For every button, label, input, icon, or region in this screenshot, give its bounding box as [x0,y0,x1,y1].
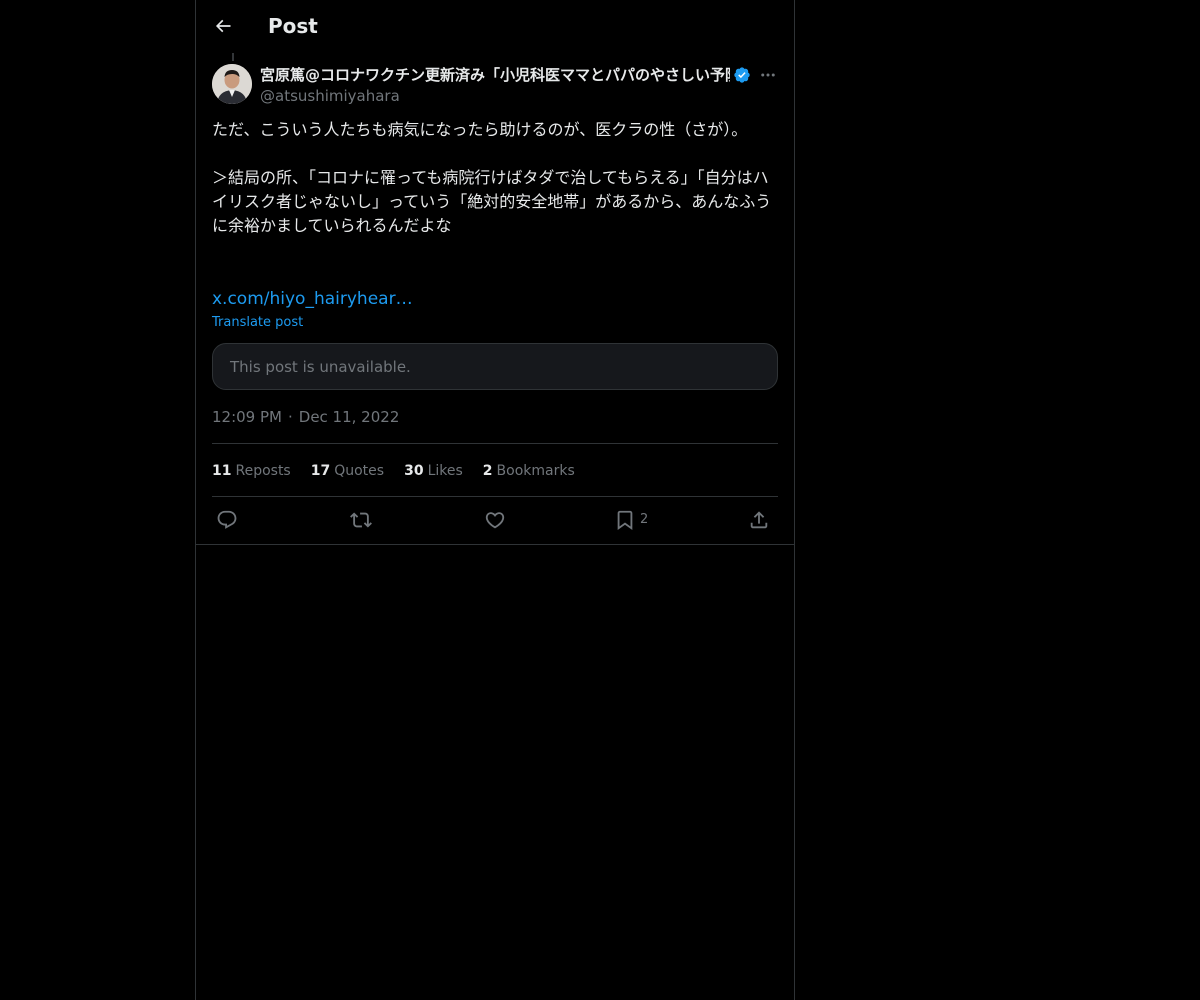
more-horizontal-icon [761,73,775,77]
reply-button[interactable] [216,507,238,533]
thread-connector-line [232,53,234,61]
action-bar: 2 [212,507,778,533]
back-button[interactable] [208,11,238,41]
post-text: ただ、こういう人たちも病気になったら助けるのが、医クラの性（さが）。 ＞結局の所… [212,118,778,238]
post-detail-column: Post 宮原篤@コロナワクチン更新済み「小児科医ママとパパのやさしい予防 @a… [195,0,795,1000]
page-title: Post [268,14,318,38]
bookmark-count: 2 [640,512,649,527]
author-handle[interactable]: @atsushimiyahara [260,86,400,106]
heart-icon [485,512,505,529]
share-button[interactable] [748,507,770,533]
post-paragraph: ただ、こういう人たちも病気になったら助けるのが、医クラの性（さが）。 [212,120,748,139]
quoted-post-card[interactable]: This post is unavailable. [212,343,778,390]
repost-button[interactable] [350,507,372,533]
post-paragraph: ＞結局の所、「コロナに罹っても病院行けばタダで治してもらえる」「自分はハイリスク… [212,168,772,235]
author-name[interactable]: 宮原篤@コロナワクチン更新済み「小児科医ママとパパのやさしい予防 [260,65,730,85]
avatar-photo [212,64,252,104]
share-icon [750,511,768,529]
verified-badge-icon [734,67,750,83]
divider [212,496,778,497]
more-options-button[interactable] [758,65,778,85]
reposts-stat[interactable]: 11 Reposts [212,460,291,482]
post-date: Dec 11, 2022 [298,408,400,426]
meta-separator: · [287,408,293,426]
post-link[interactable]: x.com/hiyo_hairyhear… [212,287,413,311]
repost-icon [350,512,372,528]
page-header: Post [196,0,794,53]
reply-icon [217,510,237,529]
bookmarks-stat[interactable]: 2 Bookmarks [483,460,575,482]
divider [212,443,778,444]
post-time: 12:09 PM [212,408,282,426]
quotes-stat[interactable]: 17 Quotes [311,460,384,482]
post-bottom-border [196,544,794,545]
like-button[interactable] [484,507,506,533]
bookmark-button[interactable]: 2 [614,507,648,533]
translate-post-link[interactable]: Translate post [212,314,303,332]
avatar[interactable] [212,64,252,104]
arrow-left-icon [215,19,231,33]
bookmark-icon [617,510,633,531]
engagement-stats: 11 Reposts 17 Quotes 30 Likes 2 Bookmarks [212,460,575,482]
likes-stat[interactable]: 30 Likes [404,460,463,482]
post-timestamp[interactable]: 12:09 PM · Dec 11, 2022 [212,406,399,428]
quoted-post-unavailable-text: This post is unavailable. [230,358,411,376]
